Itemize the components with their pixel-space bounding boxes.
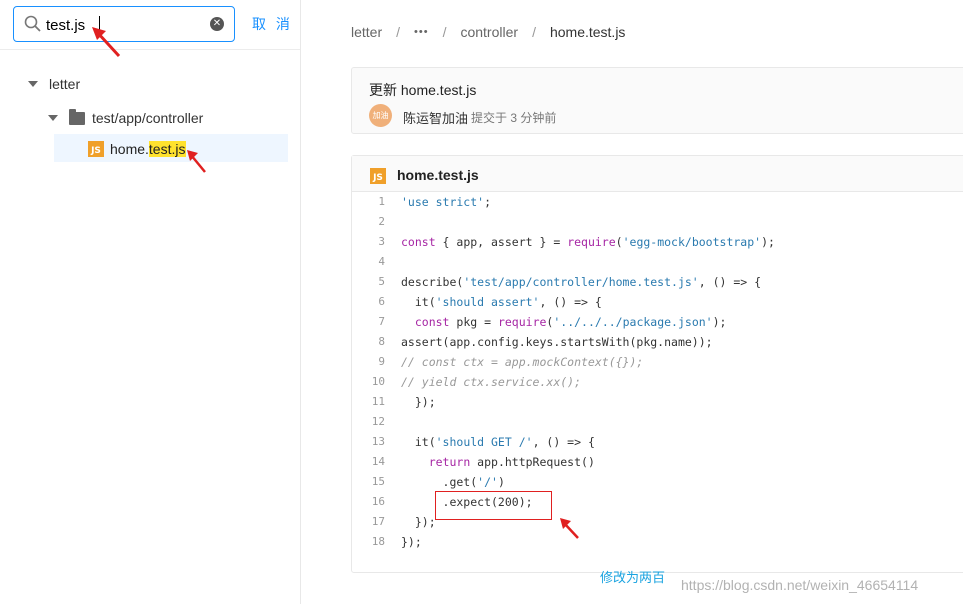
red-arrow-icon bbox=[187, 150, 206, 173]
search-input[interactable] bbox=[46, 15, 211, 35]
code-text: assert(app.config.keys.startsWith(pkg.na… bbox=[401, 335, 713, 349]
breadcrumb-separator: / bbox=[396, 24, 401, 40]
tree-item-label: letter bbox=[49, 76, 81, 92]
line-number: 11 bbox=[371, 395, 385, 408]
line-number: 4 bbox=[378, 255, 385, 268]
code-line: 2 bbox=[352, 212, 963, 232]
annotation-highlight-box bbox=[435, 491, 552, 520]
annotation-note: 修改为两百 bbox=[600, 570, 666, 585]
line-number: 18 bbox=[371, 535, 385, 548]
code-text: it('should assert', () => { bbox=[401, 295, 602, 309]
line-number: 1 bbox=[378, 195, 385, 208]
breadcrumb: letter / ••• / controller / home.test.js bbox=[351, 24, 625, 40]
line-number: 6 bbox=[378, 295, 385, 308]
commit-author[interactable]: 陈运智加油 bbox=[403, 108, 468, 127]
cancel-button[interactable]: 取 消 bbox=[252, 14, 293, 34]
tree-item-label: home.test.js bbox=[110, 141, 186, 157]
breadcrumb-separator: / bbox=[442, 24, 447, 40]
line-number: 13 bbox=[371, 435, 385, 448]
line-number: 7 bbox=[378, 315, 385, 328]
line-number: 5 bbox=[378, 275, 385, 288]
code-line: 14 return app.httpRequest() bbox=[352, 452, 963, 472]
red-arrow-icon bbox=[92, 27, 121, 58]
code-line: 11 }); bbox=[352, 392, 963, 412]
breadcrumb-root[interactable]: letter bbox=[351, 24, 382, 40]
code-text: const { app, assert } = require('egg-moc… bbox=[401, 235, 775, 249]
code-text: }); bbox=[401, 515, 436, 529]
search-box[interactable]: ✕ bbox=[13, 6, 235, 42]
line-number: 17 bbox=[371, 515, 385, 528]
code-text: .get('/') bbox=[401, 475, 505, 489]
code-line: 3 const { app, assert } = require('egg-mo… bbox=[352, 232, 963, 252]
code-text: 'use strict'; bbox=[401, 195, 492, 209]
tree-item-folder[interactable]: test/app/controller bbox=[48, 105, 203, 131]
breadcrumb-current: home.test.js bbox=[549, 24, 626, 40]
file-tree-sidebar: ✕ 取 消 letter test/app/controller JS home… bbox=[0, 0, 301, 604]
clear-icon[interactable]: ✕ bbox=[210, 17, 224, 31]
commit-time: 提交于 3 分钟前 bbox=[471, 111, 557, 125]
code-text: }); bbox=[401, 535, 422, 549]
tree-item-root[interactable]: letter bbox=[28, 71, 80, 97]
expand-triangle-icon bbox=[28, 81, 38, 87]
commit-info: 更新 home.test.js 加油 陈运智加油 提交于 3 分钟前 bbox=[351, 67, 963, 134]
line-number: 15 bbox=[371, 475, 385, 488]
code-text: const pkg = require('../../../package.js… bbox=[414, 315, 727, 329]
js-file-icon: JS bbox=[88, 141, 104, 157]
code-header: JS home.test.js bbox=[352, 156, 963, 192]
line-number: 8 bbox=[378, 335, 385, 348]
breadcrumb-separator: / bbox=[532, 24, 536, 40]
line-number: 14 bbox=[371, 455, 385, 468]
breadcrumb-folder[interactable]: controller bbox=[460, 24, 518, 40]
line-number: 12 bbox=[371, 415, 385, 428]
tree-item-label: test/app/controller bbox=[92, 110, 204, 126]
breadcrumb-ellipsis[interactable]: ••• bbox=[414, 26, 429, 38]
code-line: 1 'use strict'; bbox=[352, 192, 963, 212]
search-match-highlight: test.js bbox=[148, 141, 186, 157]
line-number: 10 bbox=[371, 375, 385, 388]
expand-triangle-icon bbox=[48, 115, 58, 121]
code-text: it('should GET /', () => { bbox=[401, 435, 595, 449]
watermark: https://blog.csdn.net/weixin_46654114 bbox=[681, 577, 919, 593]
code-line: 6 it('should assert', () => { bbox=[352, 292, 963, 312]
code-text: }); bbox=[401, 395, 436, 409]
code-line: 18}); bbox=[352, 532, 963, 552]
divider bbox=[0, 49, 300, 50]
code-line: 15 .get('/') bbox=[352, 472, 963, 492]
code-line: 13 it('should GET /', () => { bbox=[352, 432, 963, 452]
code-line: 4 bbox=[352, 252, 963, 272]
code-line: 9 // const ctx = app.mockContext({}); bbox=[352, 352, 963, 372]
code-line: 10 // yield ctx.service.xx(); bbox=[352, 372, 963, 392]
code-text: describe('test/app/controller/home.test.… bbox=[401, 275, 762, 289]
line-number: 2 bbox=[378, 215, 385, 228]
code-line: 12 bbox=[352, 412, 963, 432]
search-icon bbox=[24, 15, 41, 32]
code-text: return app.httpRequest() bbox=[428, 455, 595, 469]
red-arrow-icon bbox=[560, 518, 579, 539]
js-file-icon: JS bbox=[370, 168, 386, 184]
commit-title[interactable]: 更新 home.test.js bbox=[369, 80, 476, 100]
code-file-title: home.test.js bbox=[397, 167, 479, 183]
avatar[interactable]: 加油 bbox=[369, 104, 392, 127]
code-line: 5 describe('test/app/controller/home.test… bbox=[352, 272, 963, 292]
code-line: 8 assert(app.config.keys.startsWith(pkg.n… bbox=[352, 332, 963, 352]
line-number: 3 bbox=[378, 235, 385, 248]
line-number: 9 bbox=[378, 355, 385, 368]
line-number: 16 bbox=[371, 495, 385, 508]
folder-icon bbox=[69, 108, 85, 125]
code-text: // yield ctx.service.xx(); bbox=[401, 375, 582, 389]
tree-item-file[interactable]: JS home.test.js bbox=[54, 134, 288, 162]
code-line: 7 const pkg = require('../../../package.… bbox=[352, 312, 963, 332]
code-text: // const ctx = app.mockContext({}); bbox=[401, 355, 644, 369]
